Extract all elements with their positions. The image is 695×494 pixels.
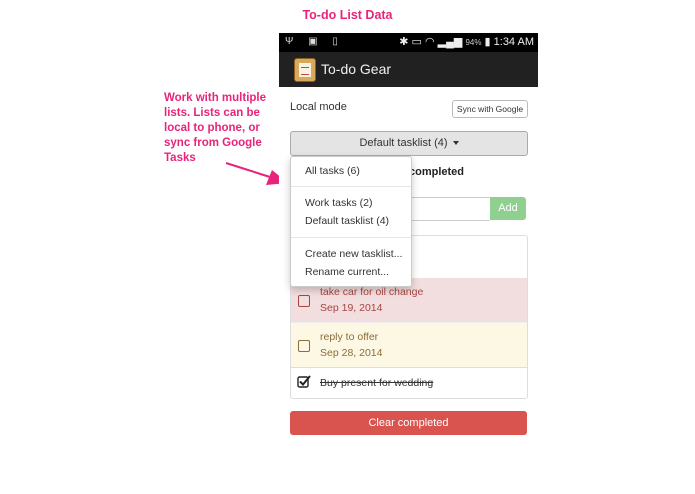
status-time: 1:34 AM [493,36,534,48]
add-task-button[interactable]: Add [490,197,526,220]
action-bar: To-do Gear [279,52,538,87]
caret-down-icon [452,141,459,146]
battery-percent: 94% [465,38,482,47]
menu-divider [291,186,411,187]
status-icons-left: Ψ ▣ ▯ [285,36,344,47]
sync-with-google-button[interactable]: Sync with Google [452,100,528,118]
mode-label: Local mode [290,101,347,113]
status-bar: Ψ ▣ ▯ ✱ ▭ ◠ ▂▄▆ 94% ▮ 1:34 AM [279,33,538,52]
tasklist-selector-label: Default tasklist (4) [359,137,448,149]
checked-checkbox-icon[interactable] [297,375,311,388]
page-heading: To-do List Data [302,8,393,22]
menu-divider [291,237,411,238]
task-title: reply to offer [320,331,379,343]
task-date: Sep 19, 2014 [320,302,383,314]
task-title: take car for oil change [320,286,424,298]
battery-icon: ▮ [484,36,491,48]
menu-item-all-tasks[interactable]: All tasks (6) [305,165,360,177]
menu-item-work-tasks[interactable]: Work tasks (2) [305,197,372,209]
menu-item-create-tasklist[interactable]: Create new tasklist... [305,248,402,260]
signal-icon: ▂▄▆ [437,36,463,48]
clear-completed-button[interactable]: Clear completed [290,411,527,435]
notepad-app-icon[interactable] [294,58,316,82]
task-row[interactable]: reply to offer Sep 28, 2014 [291,322,527,367]
task-row[interactable]: Buy present for wedding [291,367,527,398]
new-task-input[interactable] [409,197,490,221]
status-icons-right: ✱ ▭ ◠ ▂▄▆ 94% ▮ 1:34 AM [399,36,534,48]
task-checkbox[interactable] [298,295,310,307]
tasklist-selector[interactable]: Default tasklist (4) [290,131,528,156]
menu-item-rename-current[interactable]: Rename current... [305,266,389,278]
tasklist-dropdown-menu: All tasks (6) Work tasks (2) Default tas… [290,156,412,287]
app-title: To-do Gear [321,61,392,77]
show-completed-toggle[interactable]: completed [409,166,464,178]
phone-screen: Ψ ▣ ▯ ✱ ▭ ◠ ▂▄▆ 94% ▮ 1:34 AM To-do Gear… [279,33,538,439]
task-date: Sep 28, 2014 [320,347,383,359]
task-title: Buy present for wedding [320,377,434,389]
task-checkbox[interactable] [298,340,310,352]
menu-item-default-tasklist[interactable]: Default tasklist (4) [305,215,389,227]
